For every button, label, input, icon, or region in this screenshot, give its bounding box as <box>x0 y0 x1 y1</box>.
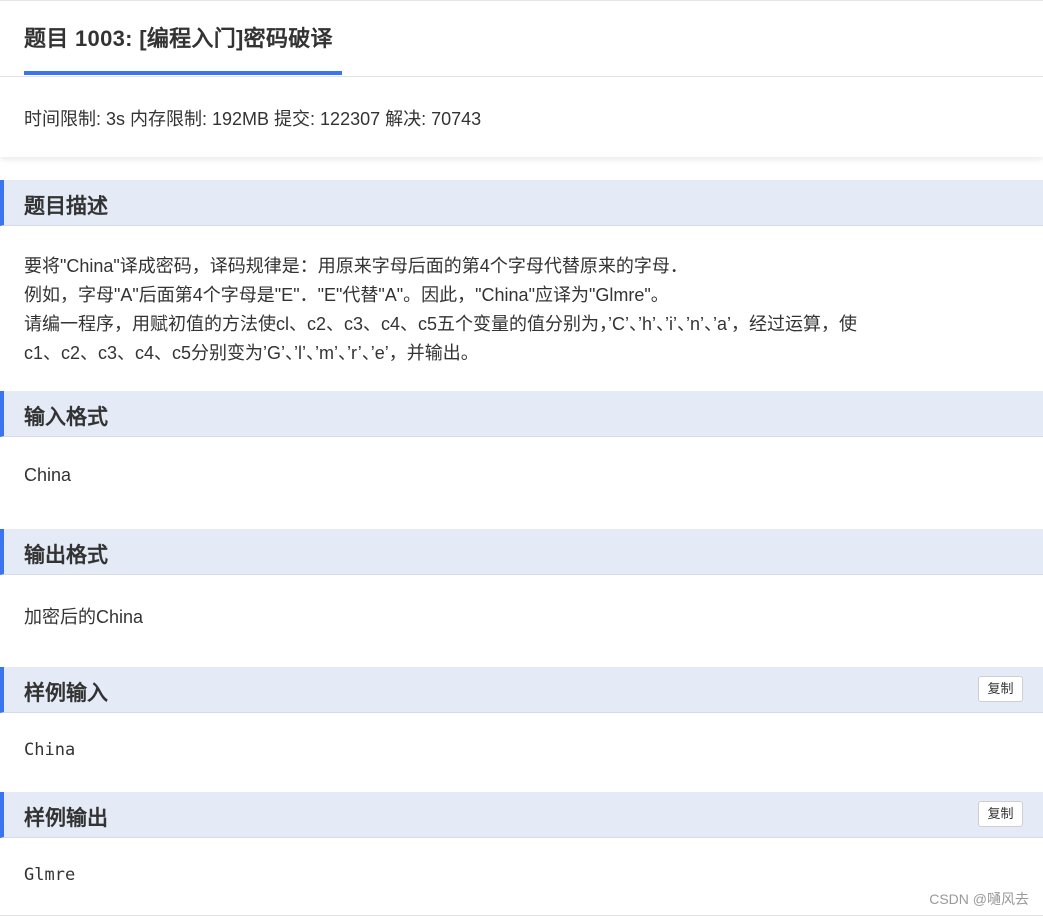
description-content: 要将"China"译成密码，译码规律是：用原来字母后面的第4个字母代替原来的字母… <box>24 252 857 368</box>
copy-sample-output-button[interactable]: 复制 <box>978 801 1023 827</box>
section-heading: 输出格式 <box>24 544 108 567</box>
section-heading: 输入格式 <box>24 406 108 429</box>
problem-header: 题目 1003: [编程入门]密码破译 时间限制: 3s 内存限制: 192MB… <box>0 0 1043 157</box>
output-format-content: 加密后的China <box>24 607 144 627</box>
sample-output-code: Glmre <box>24 865 76 885</box>
section-output-format-header: 输出格式 <box>0 529 1043 575</box>
description-line: c1、c2、c3、c4、c5分别变为’G’、’l’、’m’、’r’、’e’，并输… <box>24 343 479 363</box>
problem-meta: 时间限制: 3s 内存限制: 192MB 提交: 122307 解决: 7074… <box>24 109 482 129</box>
section-description-header: 题目描述 <box>0 180 1043 226</box>
section-heading: 题目描述 <box>24 195 108 218</box>
description-line: 要将"China"译成密码，译码规律是：用原来字母后面的第4个字母代替原来的字母… <box>24 256 688 276</box>
description-line: 例如，字母"A"后面第4个字母是"E"．"E"代替"A"。因此，"China"应… <box>24 285 669 305</box>
description-line: 请编一程序，用赋初值的方法使cl、c2、c3、c4、c5五个变量的值分别为，’C… <box>24 314 858 334</box>
copy-sample-input-button[interactable]: 复制 <box>978 676 1023 702</box>
title-bar: 题目 1003: [编程入门]密码破译 <box>0 1 1043 77</box>
divider <box>0 915 1043 916</box>
section-sample-input-header: 样例输入 复制 <box>0 667 1043 713</box>
input-format-content: China <box>24 465 72 485</box>
section-sample-output-header: 样例输出 复制 <box>0 792 1043 838</box>
watermark: CSDN @嗵风去 <box>929 891 1029 907</box>
title-underline <box>24 71 342 75</box>
section-input-format-header: 输入格式 <box>0 391 1043 437</box>
section-heading: 样例输出 <box>24 807 108 830</box>
page-title: 题目 1003: [编程入门]密码破译 <box>24 26 333 51</box>
section-heading: 样例输入 <box>24 682 108 705</box>
sample-input-code: China <box>24 740 76 760</box>
